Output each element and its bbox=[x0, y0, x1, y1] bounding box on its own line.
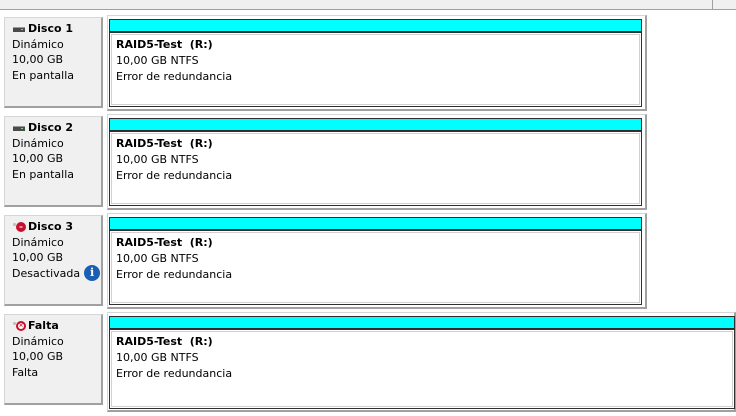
volume-header-bar bbox=[109, 217, 642, 230]
disk-status: Falta bbox=[12, 365, 39, 379]
disk-row-disco-1: Disco 1 Dinámico 10,00 GB En pantalla RA… bbox=[0, 14, 650, 112]
disk-missing-icon: × bbox=[12, 320, 26, 331]
disk-error-icon: – bbox=[12, 221, 26, 232]
volume-partition[interactable]: RAID5-Test (R:) 10,00 GB NTFS Error de r… bbox=[109, 230, 642, 305]
hard-disk-icon bbox=[12, 123, 26, 133]
disk-name: Disco 3 bbox=[28, 220, 74, 233]
disk-size: 10,00 GB bbox=[12, 251, 64, 264]
disk-row-disco-2: Disco 2 Dinámico 10,00 GB En pantalla RA… bbox=[0, 113, 650, 211]
top-strip-divider bbox=[712, 0, 713, 10]
disk-name: Falta bbox=[28, 319, 59, 332]
volume-partition[interactable]: RAID5-Test (R:) 10,00 GB NTFS Error de r… bbox=[109, 329, 735, 409]
volume-status: Error de redundancia bbox=[116, 367, 233, 380]
volume-name: RAID5-Test (R:) bbox=[116, 38, 213, 51]
volume-status: Error de redundancia bbox=[116, 169, 233, 182]
info-icon[interactable]: i bbox=[84, 265, 101, 282]
disk-status: En pantalla bbox=[12, 167, 75, 181]
volume-area: RAID5-Test (R:) 10,00 GB NTFS Error de r… bbox=[107, 114, 647, 210]
volume-area: RAID5-Test (R:) 10,00 GB NTFS Error de r… bbox=[107, 312, 736, 412]
volume-partition[interactable]: RAID5-Test (R:) 10,00 GB NTFS Error de r… bbox=[109, 32, 642, 107]
disk-name: Disco 2 bbox=[28, 121, 74, 134]
disk-size: 10,00 GB bbox=[12, 350, 64, 363]
disk-type: Dinámico bbox=[12, 235, 64, 249]
volume-status: Error de redundancia bbox=[116, 268, 233, 281]
volume-header-bar bbox=[109, 118, 642, 131]
disk-status: En pantalla bbox=[12, 68, 75, 82]
volume-area: RAID5-Test (R:) 10,00 GB NTFS Error de r… bbox=[107, 15, 647, 111]
volume-header-bar bbox=[109, 316, 735, 329]
disk-row-disco-3: – Disco 3 Dinámico 10,00 GB Desactivada … bbox=[0, 212, 650, 310]
disk-label-panel[interactable]: – Disco 3 Dinámico 10,00 GB Desactivada … bbox=[4, 215, 103, 306]
top-scroll-strip bbox=[0, 0, 736, 10]
volume-name: RAID5-Test (R:) bbox=[116, 137, 213, 150]
volume-details: 10,00 GB NTFS bbox=[116, 351, 199, 364]
disk-type: Dinámico bbox=[12, 37, 64, 51]
hard-disk-icon bbox=[12, 24, 26, 34]
volume-name: RAID5-Test (R:) bbox=[116, 335, 213, 348]
volume-partition[interactable]: RAID5-Test (R:) 10,00 GB NTFS Error de r… bbox=[109, 131, 642, 206]
volume-header-bar bbox=[109, 19, 642, 32]
disk-label-panel[interactable]: Disco 1 Dinámico 10,00 GB En pantalla bbox=[4, 17, 103, 108]
disk-row-falta: × Falta Dinámico 10,00 GB Falta RAID5-Te… bbox=[0, 311, 736, 412]
disk-label-panel[interactable]: × Falta Dinámico 10,00 GB Falta bbox=[4, 314, 103, 405]
volume-name: RAID5-Test (R:) bbox=[116, 236, 213, 249]
volume-status: Error de redundancia bbox=[116, 70, 233, 83]
disk-type: Dinámico bbox=[12, 334, 64, 348]
volume-details: 10,00 GB NTFS bbox=[116, 153, 199, 166]
disk-type: Dinámico bbox=[12, 136, 64, 150]
volume-area: RAID5-Test (R:) 10,00 GB NTFS Error de r… bbox=[107, 213, 647, 309]
disk-size: 10,00 GB bbox=[12, 53, 64, 66]
volume-details: 10,00 GB NTFS bbox=[116, 54, 199, 67]
disk-size: 10,00 GB bbox=[12, 152, 64, 165]
disk-status: Desactivada bbox=[12, 266, 81, 280]
volume-details: 10,00 GB NTFS bbox=[116, 252, 199, 265]
disk-name: Disco 1 bbox=[28, 22, 74, 35]
disk-label-panel[interactable]: Disco 2 Dinámico 10,00 GB En pantalla bbox=[4, 116, 103, 207]
